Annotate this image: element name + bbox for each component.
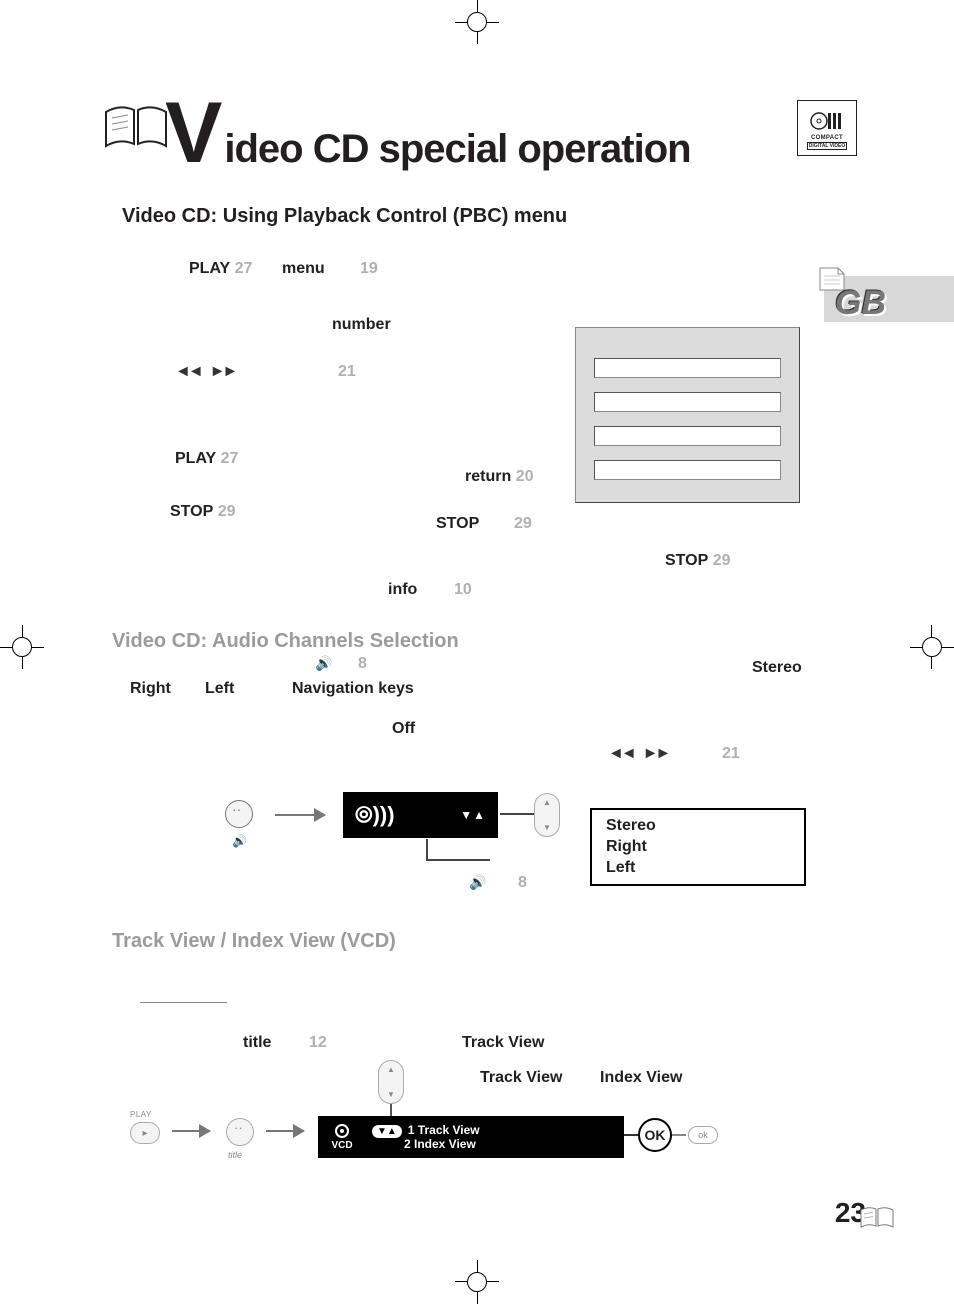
title-dropcap: V [165,90,222,176]
speaker-num-a: 8 [358,655,367,673]
speaker-icon: ⦾))) [355,802,395,828]
title-button-label: title [228,1150,242,1160]
player-osd: ⦾))) ▼▲ [343,792,498,838]
key-info-num: 10 [454,581,472,599]
remote-updown-button-2: ▲▼ [378,1060,404,1104]
book-icon-small [860,1204,894,1232]
audio-off: Off [392,720,415,738]
key-stop2: STOP [436,515,479,533]
speaker-icon-tiny: 🔊 [232,834,247,848]
audio-navkeys: Navigation keys [292,680,414,698]
key-info: info [388,581,417,599]
arrow-icon-3 [266,1130,304,1132]
speaker-num-b: 8 [518,874,527,892]
seek-num: 21 [338,363,356,381]
title-text: ideo CD special operation [224,127,690,172]
remote-updown-button: ▲▼ [534,793,560,837]
remote-ok-button: ok [688,1126,718,1144]
key-number: number [332,316,391,334]
disc-icon [335,1124,349,1138]
ok-icon: OK [638,1118,672,1152]
key-stop3: STOP 29 [665,552,731,570]
audio-stereo: Stereo [752,659,802,677]
key-stop2-num: 29 [514,515,532,533]
section-heading-audio: Video CD: Audio Channels Selection [112,630,459,653]
pbc-menu-screen [575,327,800,503]
key-play2: PLAY 27 [175,450,238,468]
seek-icons: ◄◄ ►► [175,363,235,381]
remote-sound-button [225,800,253,828]
connector-line [500,813,535,815]
speaker-icon-small: 🔊 [315,655,332,672]
option-right: Right [606,837,790,858]
key-stop1: STOP 29 [170,503,236,521]
seek-num-2: 21 [722,745,740,763]
option-left: Left [606,858,790,879]
book-icon [104,100,168,156]
key-title: title [243,1034,271,1052]
remote-play-button: ▸ [130,1122,160,1144]
compact-disc-logo: COMPACT DIGITAL VIDEO [797,100,857,156]
key-play: PLAY 27 [189,260,252,278]
updown-icon: ▼▲ [460,808,486,822]
underline [140,1002,227,1003]
key-menu: menu [282,260,325,278]
label-trackview-1: Track View [462,1034,544,1052]
play-button-label: PLAY [130,1110,152,1119]
audio-right: Right [130,680,171,698]
language-code: GB [835,284,886,323]
remote-title-button [226,1118,254,1146]
key-return: return 20 [465,468,533,486]
label-indexview: Index View [600,1069,682,1087]
seek-icons-2: ◄◄ ►► [608,745,668,763]
section-heading-trackview: Track View / Index View (VCD) [112,930,396,953]
page-title: V ideo CD special operation [165,90,691,176]
key-title-num: 12 [309,1034,327,1052]
speaker-icon-small-2: 🔊 [469,874,486,891]
arrow-icon-2 [172,1130,210,1132]
updown-keycap: ▼▲ [372,1125,402,1138]
section-heading-pbc: Video CD: Using Playback Control (PBC) m… [122,205,567,228]
arrow-icon [275,814,325,816]
vcd-osd-bar: VCD ▼▲1 Track View 2 Index View [318,1116,624,1158]
audio-left: Left [205,680,234,698]
audio-options-box: Stereo Right Left [590,808,806,886]
label-trackview-2: Track View [480,1069,562,1087]
key-menu-num: 19 [360,260,378,278]
option-stereo: Stereo [606,816,790,837]
